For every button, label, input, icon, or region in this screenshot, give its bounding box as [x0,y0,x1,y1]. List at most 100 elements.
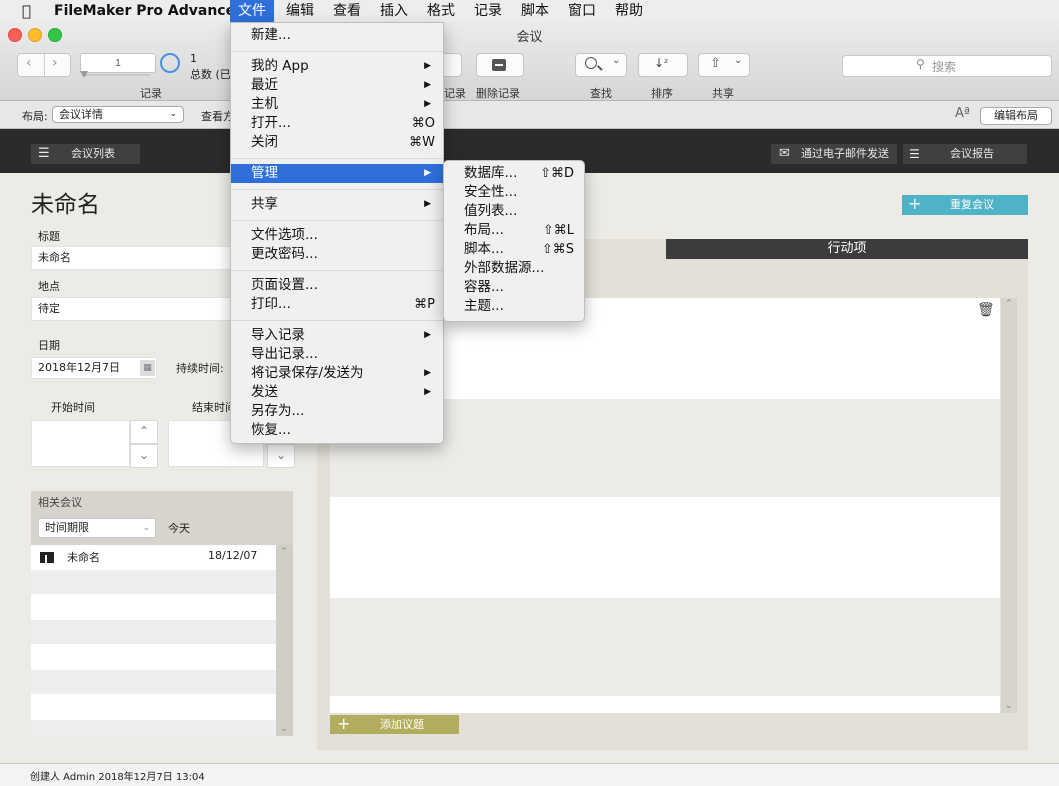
repeat-meeting-label: 重复会议 [950,198,994,211]
chevron-down-icon[interactable]: ⌄ [280,724,288,734]
send-email-button[interactable]: ✉ 通过电子邮件发送 [771,144,897,164]
text-size-icon[interactable]: Aª [955,106,970,121]
related-meetings-list: 未命名 18/12/07 [31,545,276,736]
current-record-input[interactable] [80,53,156,73]
status-bar: 创建人 Admin 2018年12月7日 13:04 [0,763,1059,786]
date-value: 2018年12月7日 [38,361,120,374]
menu-scripts[interactable]: 脚本 [513,0,557,22]
record-slider[interactable] [80,71,150,78]
related-meeting-name: 未命名 [67,551,100,564]
new-record-button[interactable] [443,53,462,77]
next-record-icon[interactable]: › [52,55,58,71]
menu-item-sharing[interactable]: 共享 ▶ [231,195,443,214]
menu-item-open[interactable]: 打开... ⌘O [231,114,443,133]
send-email-label: 通过电子邮件发送 [801,147,889,160]
menu-help[interactable]: 帮助 [607,0,651,22]
menu-item-manage-layouts[interactable]: 布局... ⇧⌘L [444,221,584,240]
menu-item-export-records[interactable]: 导出记录... [231,345,443,364]
add-agenda-label: 添加议题 [380,718,424,731]
menu-format[interactable]: 格式 [419,0,463,22]
list-item[interactable]: 未命名 18/12/07 [31,545,276,569]
title-field[interactable]: 未命名 [31,246,231,270]
delete-record-button[interactable] [476,53,524,77]
menu-item-manage-security[interactable]: 安全性... [444,183,584,202]
meeting-report-button[interactable]: ☰ 会议报告 [903,144,1027,164]
related-meetings-header: 相关会议 [38,496,82,509]
menu-item-change-password[interactable]: 更改密码... [231,245,443,264]
menu-records[interactable]: 记录 [466,0,510,22]
menu-item-hosts[interactable]: 主机 ▶ [231,95,443,114]
previous-record-icon[interactable]: ‹ [26,55,32,71]
manage-submenu: 数据库... ⇧⌘D 安全性... 值列表... 布局... ⇧⌘L 脚本... ⇧⌘… [443,160,585,322]
date-field[interactable]: 2018年12月7日 ▦ [31,357,157,379]
menu-item-manage-containers[interactable]: 容器... [444,278,584,297]
app-menu[interactable]: FileMaker Pro Advanced [46,0,253,22]
menu-edit[interactable]: 编辑 [278,0,322,22]
menu-item-print[interactable]: 打印... ⌘P [231,295,443,314]
menu-item-manage-external-data[interactable]: 外部数据源... [444,259,584,278]
menu-view[interactable]: 查看 [325,0,369,22]
layout-select[interactable]: 会议详情 ⌄ [52,106,184,123]
window-toolbar: 会议 ‹ › 1 总数 (已 记录 记录 删除记录 ⌄ 查找 ↓ᶻ 排序 ⇧ ⌄… [0,22,1059,101]
submenu-arrow-icon: ▶ [424,168,431,178]
agenda-row[interactable] [330,598,1000,696]
envelope-icon: ✉ [779,146,790,161]
menu-window[interactable]: 窗口 [560,0,604,22]
submenu-arrow-icon: ▶ [424,330,431,340]
location-label: 地点 [38,280,60,293]
date-label: 日期 [38,339,60,352]
chevron-down-icon[interactable]: ⌄ [267,444,295,468]
chevron-down-icon[interactable]: ⌄ [130,444,158,468]
menu-item-recent[interactable]: 最近 ▶ [231,76,443,95]
chevron-up-icon[interactable]: ⌃ [130,420,158,444]
timeframe-select[interactable]: 时间期限 ⌄ [38,518,156,538]
menu-item-manage-scripts[interactable]: 脚本... ⇧⌘S [444,240,584,259]
repeat-meeting-button[interactable]: + 重复会议 [902,194,1028,215]
chevron-up-icon[interactable]: ⌃ [280,547,288,557]
menu-item-file-options[interactable]: 文件选项... [231,226,443,245]
menu-item-manage-themes[interactable]: 主题... [444,297,584,316]
submenu-arrow-icon: ▶ [424,61,431,71]
timeframe-value: 时间期限 [45,521,89,534]
today-label: 今天 [168,522,190,535]
menu-file[interactable]: 文件 [230,0,274,22]
trash-icon[interactable]: 🗑 [977,302,995,318]
record-title-display: 未命名 [31,192,100,218]
chevron-down-icon[interactable]: ⌄ [612,55,620,66]
menu-item-manage-value-lists[interactable]: 值列表... [444,202,584,221]
menu-item-my-apps[interactable]: 我的 App ▶ [231,57,443,76]
sort-button[interactable]: ↓ᶻ [638,53,688,77]
menu-insert[interactable]: 插入 [372,0,416,22]
agenda-scrollbar[interactable]: ⌃ ⌄ [1001,298,1017,713]
menu-item-save-send-records[interactable]: 将记录保存/发送为 ▶ [231,364,443,383]
location-field[interactable]: 待定 [31,297,231,321]
apple-menu-icon[interactable]:  [14,0,39,22]
start-time-field[interactable] [31,420,130,467]
menu-item-close[interactable]: 关闭 ⌘W [231,133,443,152]
menu-item-import-records[interactable]: 导入记录 ▶ [231,326,443,345]
menu-item-recover[interactable]: 恢复... [231,421,443,440]
menu-item-save-as[interactable]: 另存为... [231,402,443,421]
action-items-tab[interactable]: 行动项 [666,239,1028,259]
chevron-down-icon[interactable]: ⌄ [1005,701,1013,711]
menu-item-manage[interactable]: 管理 ▶ [231,164,443,183]
menu-item-page-setup[interactable]: 页面设置... [231,276,443,295]
menu-item-manage-database[interactable]: 数据库... ⇧⌘D [444,164,584,183]
slider-thumb-icon[interactable] [80,71,88,78]
chevron-up-icon[interactable]: ⌃ [1005,299,1013,309]
meeting-list-button[interactable]: ☰ 会议列表 [31,144,140,164]
chevron-down-icon[interactable]: ⌄ [734,55,742,66]
share-button[interactable]: ⇧ ⌄ [698,53,750,77]
menu-item-new[interactable]: 新建... [231,26,443,45]
window-title: 会议 [516,30,543,45]
submenu-arrow-icon: ▶ [424,199,431,209]
add-agenda-button[interactable]: + 添加议题 [330,714,459,734]
plus-icon: + [908,194,922,213]
layout-label: 布局: [22,110,48,123]
edit-layout-button[interactable]: 编辑布局 [980,107,1052,125]
quick-find-field[interactable]: ⚲ 搜索 [842,55,1052,77]
calendar-icon[interactable]: ▦ [140,360,155,376]
menu-item-send[interactable]: 发送 ▶ [231,383,443,402]
find-button[interactable]: ⌄ [575,53,627,77]
related-list-scrollbar[interactable]: ⌃ ⌄ [276,545,293,736]
